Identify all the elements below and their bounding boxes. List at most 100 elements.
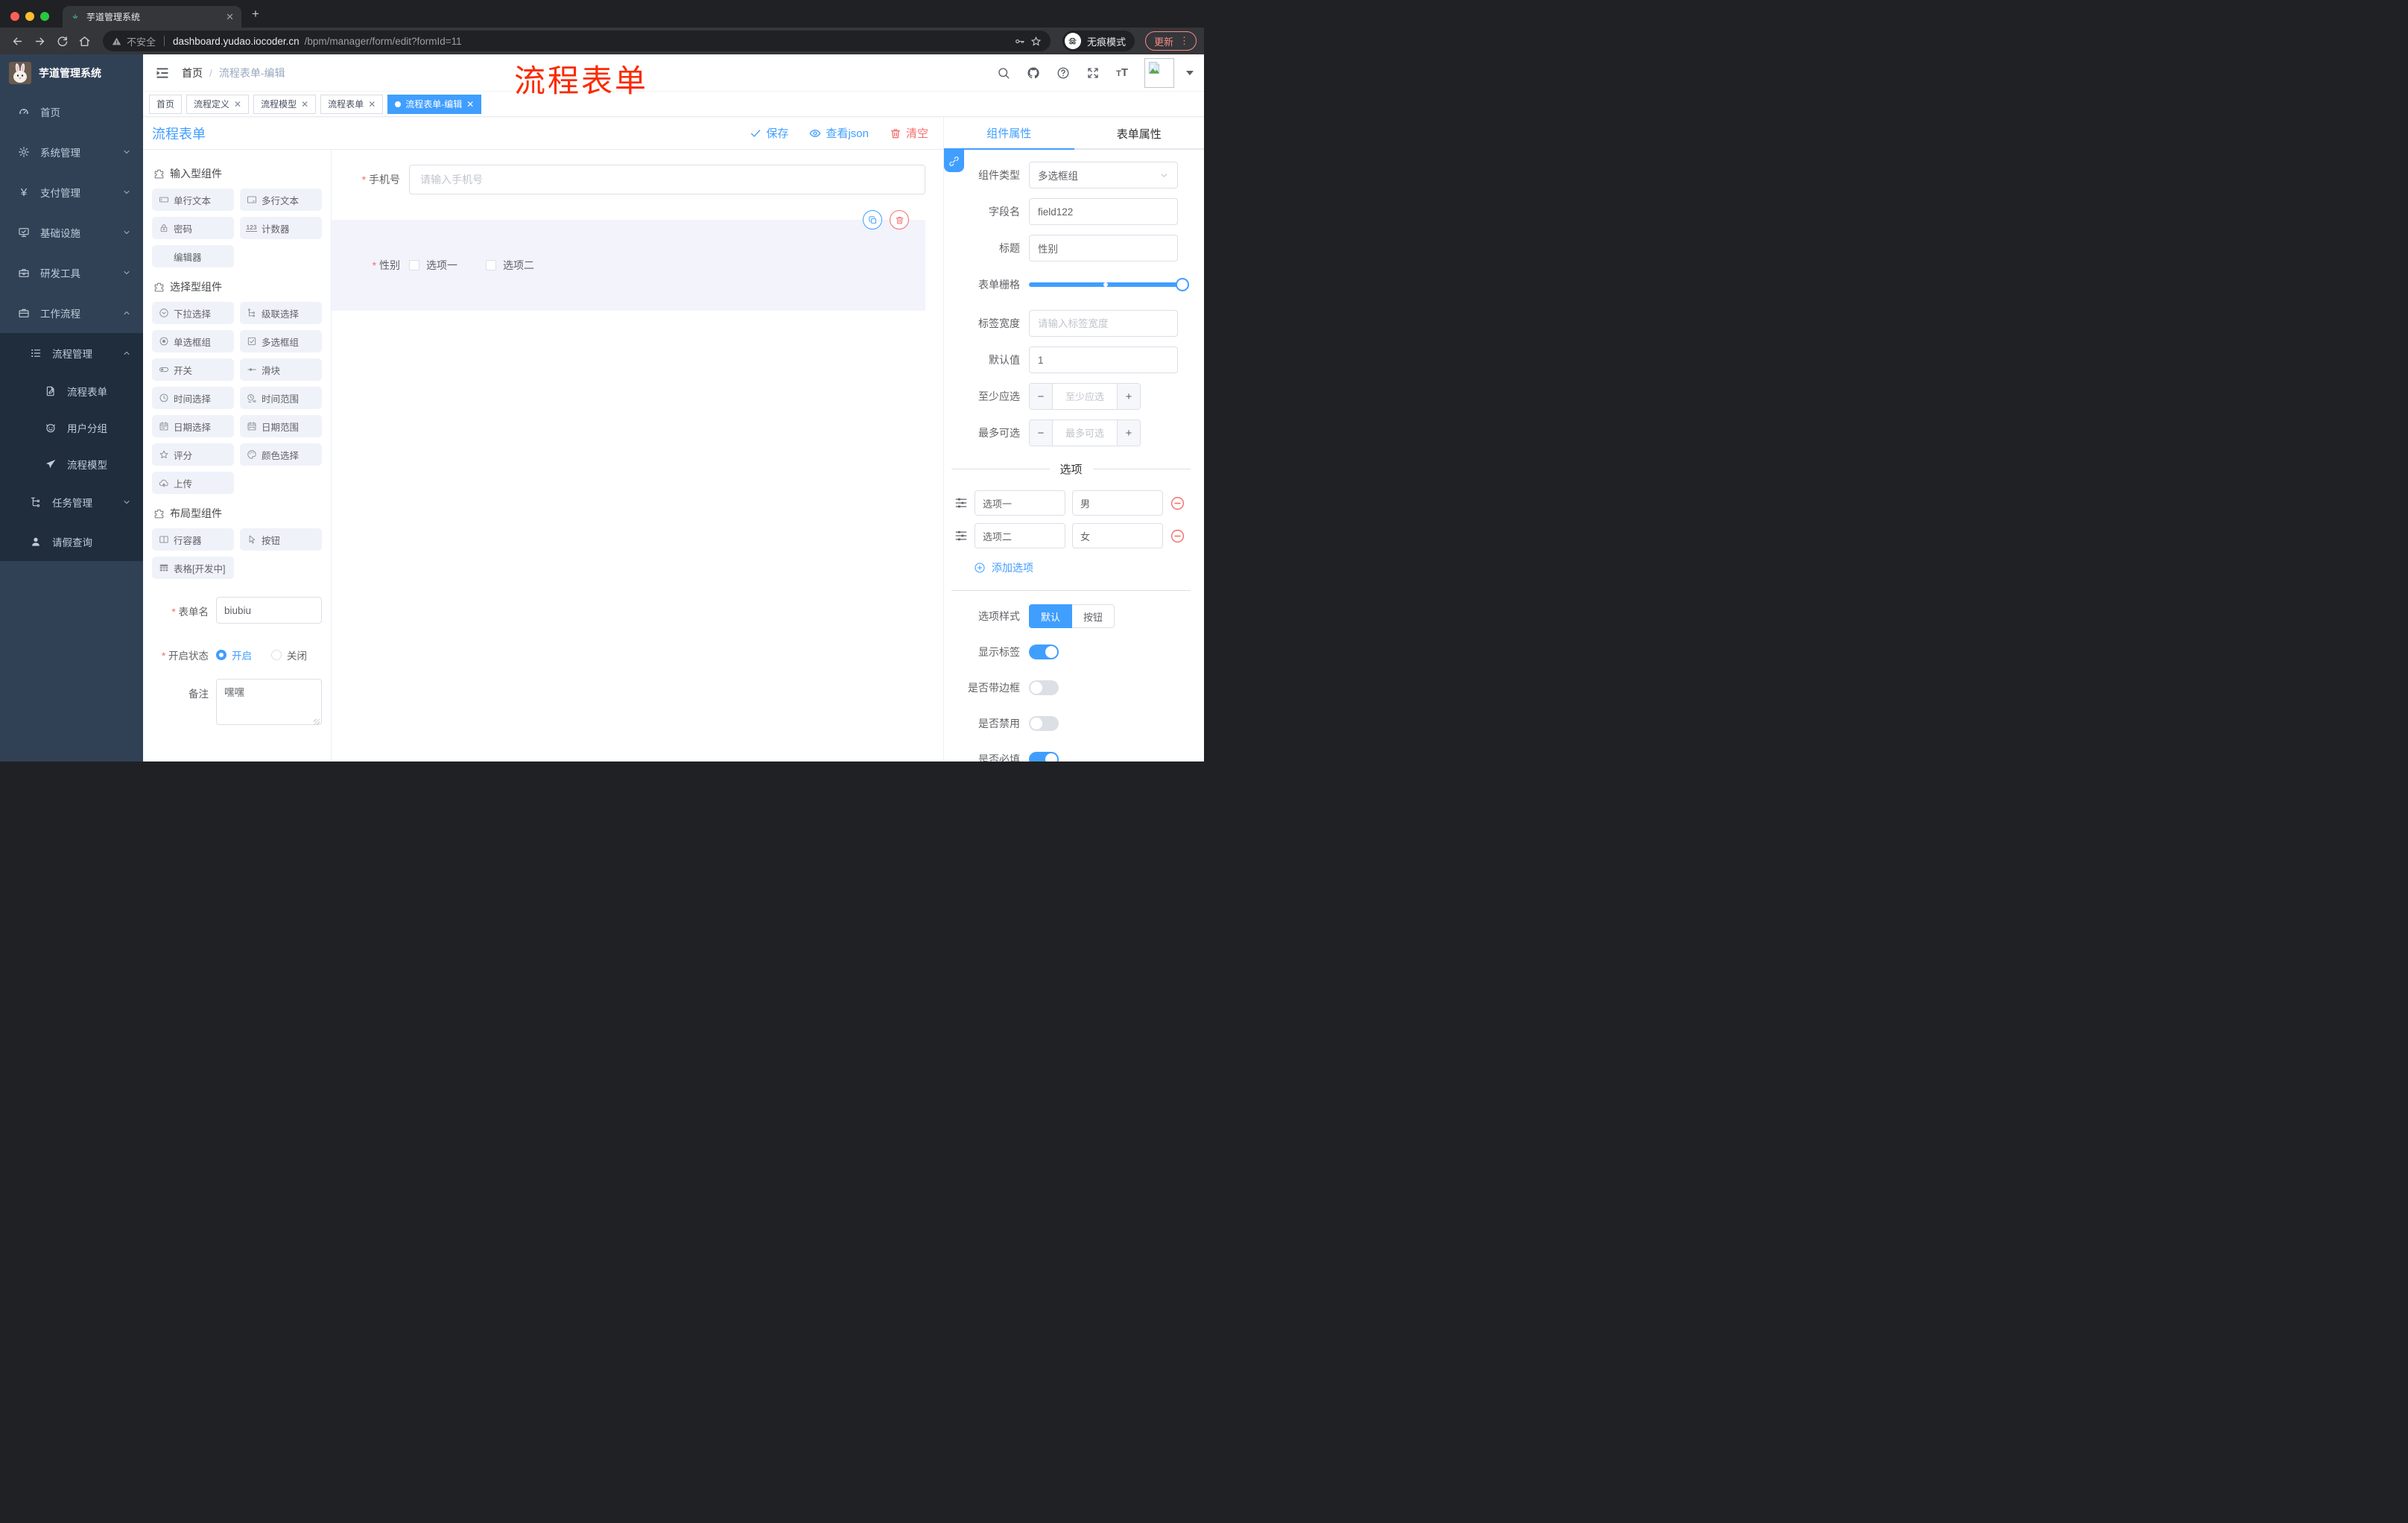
tag-close-icon[interactable]: ✕ [466,99,474,110]
max-select-input[interactable] [1052,420,1118,446]
breadcrumb-home[interactable]: 首页 [182,66,203,80]
gender-option-1-checkbox[interactable]: 选项一 [409,258,457,273]
sidebar-collapse-icon[interactable] [155,66,170,80]
show-label-switch[interactable] [1029,645,1059,659]
address-bar[interactable]: 不安全 dashboard.yudao.iocoder.cn/bpm/manag… [103,31,1051,51]
sidebar-item-payment[interactable]: ¥ 支付管理 [0,172,143,212]
app-logo[interactable]: 芋道管理系统 [0,54,143,92]
add-option-button[interactable]: 添加选项 [974,560,1191,575]
tag-process-form-edit[interactable]: 流程表单-编辑 ✕ [387,94,482,114]
palette-item-date-picker[interactable]: 日期选择 [152,415,234,437]
view-json-button[interactable]: 查看json [809,125,869,141]
minimize-window-button[interactable] [25,12,34,21]
slider-handle[interactable] [1176,278,1189,291]
avatar[interactable] [1144,57,1174,88]
font-size-icon[interactable]: TT [1116,66,1128,79]
palette-item-radio-group[interactable]: 单选框组 [152,330,234,352]
default-value-input[interactable] [1029,346,1178,373]
sidebar-item-process-management[interactable]: 流程管理 [0,333,143,373]
canvas-field-phone[interactable]: 手机号 请输入手机号 [332,165,925,194]
remove-option-button[interactable] [1170,528,1185,544]
github-icon[interactable] [1027,66,1040,80]
option-label-input[interactable] [975,490,1065,516]
palette-item-single-line-text[interactable]: 单行文本 [152,189,234,211]
sidebar-item-user-groups[interactable]: 用户分组 [0,409,143,446]
form-grid-slider[interactable] [1029,271,1189,298]
form-remark-textarea[interactable]: 嘿嘿 [216,679,322,725]
new-tab-button[interactable]: + [252,7,259,22]
palette-item-row-container[interactable]: 行容器 [152,528,234,551]
save-button[interactable]: 保存 [750,125,788,141]
back-button[interactable] [7,31,27,51]
option-value-input[interactable] [1072,523,1163,548]
maximize-window-button[interactable] [40,12,49,21]
phone-input[interactable]: 请输入手机号 [409,165,925,194]
palette-item-cascader[interactable]: 级联选择 [240,302,322,324]
gender-option-2-checkbox[interactable]: 选项二 [486,258,534,273]
palette-item-date-range[interactable]: 日期范围 [240,415,322,437]
sidebar-item-workflow[interactable]: 工作流程 [0,293,143,333]
palette-item-checkbox-group[interactable]: 多选框组 [240,330,322,352]
min-select-input[interactable] [1052,384,1118,409]
remove-option-button[interactable] [1170,495,1185,511]
sidebar-item-devtools[interactable]: 研发工具 [0,253,143,293]
drag-handle-icon[interactable] [954,496,968,510]
decrease-button[interactable]: − [1030,384,1052,409]
style-button-button[interactable]: 按钮 [1072,604,1115,628]
sidebar-item-leave-query[interactable]: 请假查询 [0,522,143,561]
sidebar-item-system[interactable]: 系统管理 [0,132,143,172]
tab-form-props[interactable]: 表单属性 [1074,117,1205,150]
increase-button[interactable]: + [1118,384,1140,409]
palette-item-slider[interactable]: 滑块 [240,358,322,381]
home-button[interactable] [75,31,94,51]
tag-close-icon[interactable]: ✕ [301,99,308,110]
title-input[interactable] [1029,235,1178,262]
help-icon[interactable] [1056,66,1070,80]
forward-button[interactable] [30,31,49,51]
tab-component-props[interactable]: 组件属性 [944,117,1074,150]
bookmark-star-icon[interactable] [1030,36,1042,47]
decrease-button[interactable]: − [1030,420,1052,446]
palette-item-upload[interactable]: 上传 [152,472,234,494]
palette-item-password[interactable]: 密码 [152,217,234,239]
tag-close-icon[interactable]: ✕ [368,99,376,110]
status-radio-on[interactable]: 开启 [216,647,252,662]
resize-handle[interactable] [314,719,320,725]
increase-button[interactable]: + [1118,420,1140,446]
palette-item-color-picker[interactable]: 颜色选择 [240,443,322,466]
tag-process-definition[interactable]: 流程定义 ✕ [186,94,250,114]
option-value-input[interactable] [1072,490,1163,516]
field-name-input[interactable] [1029,198,1178,225]
form-name-input[interactable] [216,597,322,624]
drag-handle-icon[interactable] [954,529,968,542]
option-label-input[interactable] [975,523,1065,548]
tag-close-icon[interactable]: ✕ [234,99,241,110]
window-controls[interactable] [0,12,63,28]
clear-button[interactable]: 清空 [890,125,928,141]
browser-tab[interactable]: 芋道管理系统 ✕ [63,6,241,28]
palette-item-rate[interactable]: 评分 [152,443,234,466]
palette-item-switch[interactable]: 开关 [152,358,234,381]
search-icon[interactable] [997,66,1010,80]
security-label[interactable]: 不安全 [127,34,156,48]
delete-component-button[interactable] [890,210,909,229]
palette-item-editor[interactable]: 编辑器 [152,245,234,267]
label-width-input[interactable] [1029,310,1178,337]
required-switch[interactable] [1029,752,1059,762]
palette-item-button[interactable]: 按钮 [240,528,322,551]
sidebar-item-task-management[interactable]: 任务管理 [0,482,143,522]
status-radio-off[interactable]: 关闭 [271,647,307,662]
disabled-switch[interactable] [1029,716,1059,731]
palette-item-time-picker[interactable]: 时间选择 [152,387,234,409]
copy-component-button[interactable] [863,210,882,229]
sidebar-item-process-form[interactable]: 流程表单 [0,373,143,409]
border-switch[interactable] [1029,680,1059,695]
tag-process-model[interactable]: 流程模型 ✕ [253,94,317,114]
reload-button[interactable] [52,31,72,51]
tab-close-icon[interactable]: ✕ [226,11,234,23]
style-default-button[interactable]: 默认 [1029,604,1073,628]
sidebar-item-home[interactable]: 首页 [0,92,143,132]
fullscreen-icon[interactable] [1086,66,1100,80]
max-select-stepper[interactable]: − + [1029,419,1141,446]
palette-item-counter[interactable]: 123 计数器 [240,217,322,239]
